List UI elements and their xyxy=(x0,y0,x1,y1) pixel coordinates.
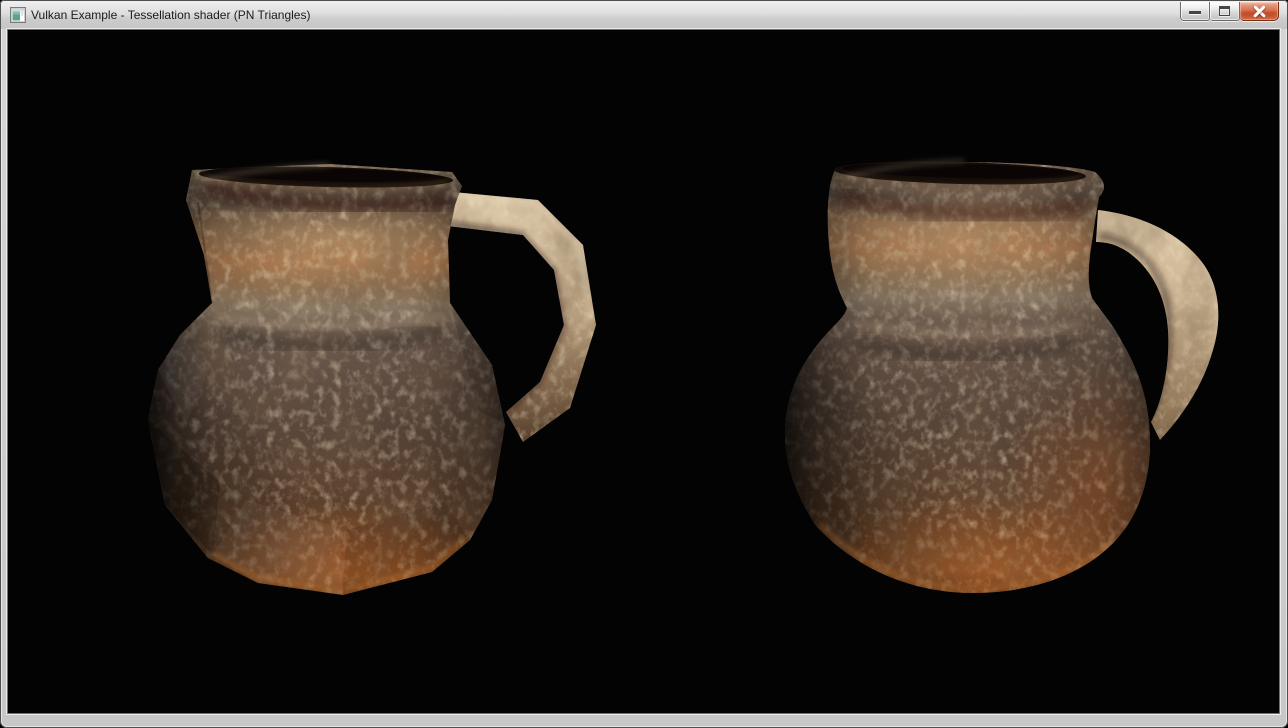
app-window: Vulkan Example - Tessellation shader (PN… xyxy=(0,0,1288,728)
jug-tessellated-opening xyxy=(834,159,1086,188)
titlebar[interactable]: Vulkan Example - Tessellation shader (PN… xyxy=(1,1,1287,29)
close-button[interactable] xyxy=(1240,2,1279,21)
maximize-button[interactable] xyxy=(1210,2,1240,21)
viewport[interactable] xyxy=(7,29,1280,714)
close-icon xyxy=(1252,5,1267,17)
render-canvas xyxy=(8,30,1281,715)
window-title: Vulkan Example - Tessellation shader (PN… xyxy=(31,1,310,29)
window-controls xyxy=(1180,2,1279,21)
maximize-icon xyxy=(1219,6,1230,16)
minimize-button[interactable] xyxy=(1180,2,1210,21)
minimize-icon xyxy=(1189,11,1201,14)
app-icon xyxy=(10,7,26,23)
